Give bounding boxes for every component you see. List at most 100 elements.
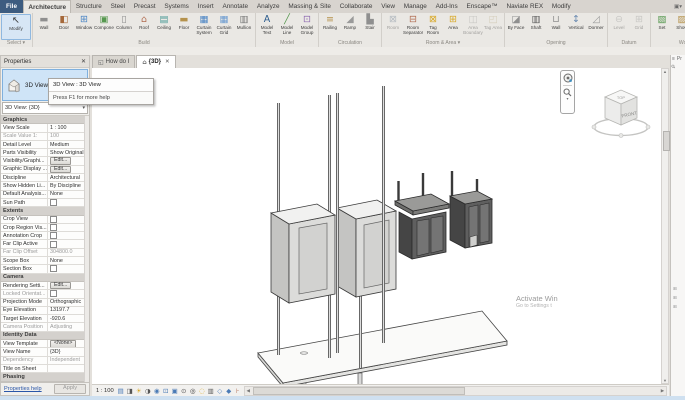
close-tab-icon[interactable]: ✕ bbox=[165, 59, 170, 65]
property-value[interactable]: Architectural bbox=[48, 174, 89, 181]
show-button[interactable]: ▨Show bbox=[672, 14, 685, 40]
by-face-button[interactable]: ◪By Face bbox=[506, 14, 526, 40]
crop-region-vis-checkbox[interactable] bbox=[50, 224, 57, 231]
set-button[interactable]: ▧Set bbox=[652, 14, 672, 40]
property-value[interactable]: Adjusting bbox=[48, 323, 89, 330]
chevron-down-icon[interactable]: ▾ bbox=[566, 97, 568, 101]
ribbon-tab-analyze[interactable]: Analyze bbox=[252, 0, 284, 13]
ramp-button[interactable]: ◢Ramp bbox=[340, 14, 360, 40]
graphic-display-edit-button[interactable]: Edit... bbox=[50, 166, 71, 173]
component-button[interactable]: ▣Component bbox=[94, 14, 114, 40]
property-value[interactable]: 100 bbox=[48, 133, 89, 140]
grid-button[interactable]: ⊞Grid bbox=[629, 14, 649, 40]
ribbon-tab-enscape[interactable]: Enscape™ bbox=[462, 0, 502, 13]
close-icon[interactable]: ✕ bbox=[81, 58, 86, 65]
analytical-model-icon[interactable]: ◇ bbox=[216, 387, 224, 395]
property-value[interactable]: 1 : 100 bbox=[48, 124, 89, 131]
horizontal-scrollbar[interactable]: ◀ ▶ bbox=[244, 386, 667, 396]
tree-expander-icons[interactable]: ⊞⊞⊞ bbox=[671, 286, 685, 310]
ribbon-tab-view[interactable]: View bbox=[377, 0, 400, 13]
ribbon-tab-massing-site[interactable]: Massing & Site bbox=[284, 0, 335, 13]
sun-path-icon[interactable]: ☀ bbox=[135, 387, 143, 395]
file-tab[interactable]: File bbox=[0, 0, 23, 13]
section-header-identity-data[interactable]: Identity Data^ bbox=[1, 332, 89, 340]
pin-icon[interactable]: ⚲ bbox=[670, 64, 677, 71]
scroll-right-icon[interactable]: ▶ bbox=[659, 388, 666, 394]
section-header-extents[interactable]: Extents^ bbox=[1, 207, 89, 215]
property-value[interactable] bbox=[48, 290, 89, 297]
shadows-icon[interactable]: ◑ bbox=[144, 387, 152, 395]
property-value[interactable]: Independent bbox=[48, 357, 89, 364]
elevator-cabin-light[interactable] bbox=[271, 204, 335, 303]
reveal-hidden-elements-icon[interactable]: ◌ bbox=[198, 387, 206, 395]
properties-scrollbar[interactable] bbox=[84, 116, 89, 382]
ribbon-group-label[interactable]: Room & Area ▾ bbox=[383, 40, 503, 47]
vertical-scroll-thumb[interactable] bbox=[663, 131, 670, 151]
property-value[interactable] bbox=[48, 265, 89, 272]
ribbon-group-label[interactable]: Model bbox=[257, 40, 317, 47]
property-value[interactable]: Medium bbox=[48, 141, 89, 148]
lock-view-icon[interactable]: ⊙ bbox=[180, 387, 188, 395]
properties-help-link[interactable]: Properties help bbox=[4, 386, 42, 392]
elevator-cabin-dark[interactable] bbox=[450, 191, 492, 248]
platform-leg[interactable] bbox=[358, 373, 362, 384]
elevator-cabin-dark[interactable] bbox=[395, 194, 449, 259]
navigation-bar[interactable]: ▾ bbox=[560, 70, 575, 114]
property-value[interactable]: Show Original bbox=[48, 149, 89, 156]
far-clip-active-checkbox[interactable] bbox=[50, 241, 57, 248]
property-value[interactable]: Edit... bbox=[48, 166, 89, 173]
viewcube[interactable]: TOP FRONT bbox=[592, 90, 650, 138]
property-value[interactable]: None bbox=[48, 257, 89, 264]
section-header-camera[interactable]: Camera^ bbox=[1, 274, 89, 282]
property-value[interactable]: Edit... bbox=[48, 157, 89, 164]
section-header-graphics[interactable]: Graphics^ bbox=[1, 116, 89, 124]
roof-button[interactable]: ⌂Roof bbox=[134, 14, 154, 40]
column-button[interactable]: ▯Column bbox=[114, 14, 134, 40]
property-value[interactable]: Edit... bbox=[48, 282, 89, 289]
tag-area-button[interactable]: ◰Tag Area bbox=[483, 14, 503, 40]
shaft-button[interactable]: ▥Shaft bbox=[526, 14, 546, 40]
view-scale-button[interactable]: 1 : 100 bbox=[96, 388, 114, 394]
properties-panel-header[interactable]: Properties ✕ bbox=[1, 56, 89, 68]
modify-button[interactable]: ↖Modify bbox=[1, 14, 31, 40]
ribbon-group-label[interactable]: Work Plane bbox=[652, 40, 685, 47]
crop-view-icon[interactable]: ⊡ bbox=[162, 387, 170, 395]
sun-path-checkbox[interactable] bbox=[50, 199, 57, 206]
floor-button[interactable]: ▬Floor bbox=[174, 14, 194, 40]
area-boundary-button[interactable]: ◫Area Boundary bbox=[463, 14, 483, 40]
railing-button[interactable]: ≡Railing bbox=[320, 14, 340, 40]
property-value[interactable] bbox=[48, 232, 89, 239]
locked-orientat-checkbox[interactable] bbox=[50, 290, 57, 297]
level-button[interactable]: ⊖Level bbox=[609, 14, 629, 40]
drawing-area[interactable]: TOP FRONT bbox=[92, 68, 661, 384]
tag-room-button[interactable]: ⊠Tag Room bbox=[423, 14, 443, 40]
ribbon-tab-collaborate[interactable]: Collaborate bbox=[335, 0, 376, 13]
property-value[interactable]: Orthographic bbox=[48, 299, 89, 306]
model-group-button[interactable]: ⊡Model Group bbox=[297, 14, 317, 40]
viewcube-top-label[interactable]: TOP bbox=[617, 95, 625, 100]
ribbon-group-label[interactable]: Opening bbox=[506, 40, 606, 47]
displacement-sets-icon[interactable]: ◆ bbox=[225, 387, 233, 395]
reveal-constraints-icon[interactable]: ⊦ bbox=[234, 387, 242, 395]
show-crop-region-icon[interactable]: ▣ bbox=[171, 387, 179, 395]
section-box-checkbox[interactable] bbox=[50, 265, 57, 272]
project-browser-edge[interactable]: ≡ Pr ⚲ ⊞⊞⊞ bbox=[670, 55, 685, 396]
property-value[interactable] bbox=[48, 199, 89, 206]
scroll-down-icon[interactable]: ▼ bbox=[662, 378, 668, 383]
ribbon-group-label[interactable]: Datum bbox=[609, 40, 649, 47]
visibility-graphi-edit-button[interactable]: Edit... bbox=[50, 157, 71, 164]
ribbon-tab-insert[interactable]: Insert bbox=[193, 0, 218, 13]
vertical-scrollbar[interactable]: ▲ ▼ bbox=[661, 68, 669, 384]
curtain-system-button[interactable]: ▦Curtain System bbox=[194, 14, 214, 40]
vertical-button[interactable]: ↕Vertical bbox=[566, 14, 586, 40]
property-value[interactable]: None bbox=[48, 191, 89, 198]
property-value[interactable]: {3D} bbox=[48, 348, 89, 355]
ribbon-group-label[interactable]: Select ▾ bbox=[1, 40, 31, 47]
wall-button[interactable]: ▬Wall bbox=[34, 14, 54, 40]
property-value[interactable]: Show All bbox=[48, 382, 89, 383]
wall-button[interactable]: ⊔Wall bbox=[546, 14, 566, 40]
mullion-button[interactable]: ▥Mullion bbox=[234, 14, 254, 40]
panel-menu-icon[interactable]: ≡ bbox=[672, 56, 675, 62]
property-value[interactable]: 304800.0 bbox=[48, 249, 89, 256]
rendering-dialog-icon[interactable]: ◉ bbox=[153, 387, 161, 395]
